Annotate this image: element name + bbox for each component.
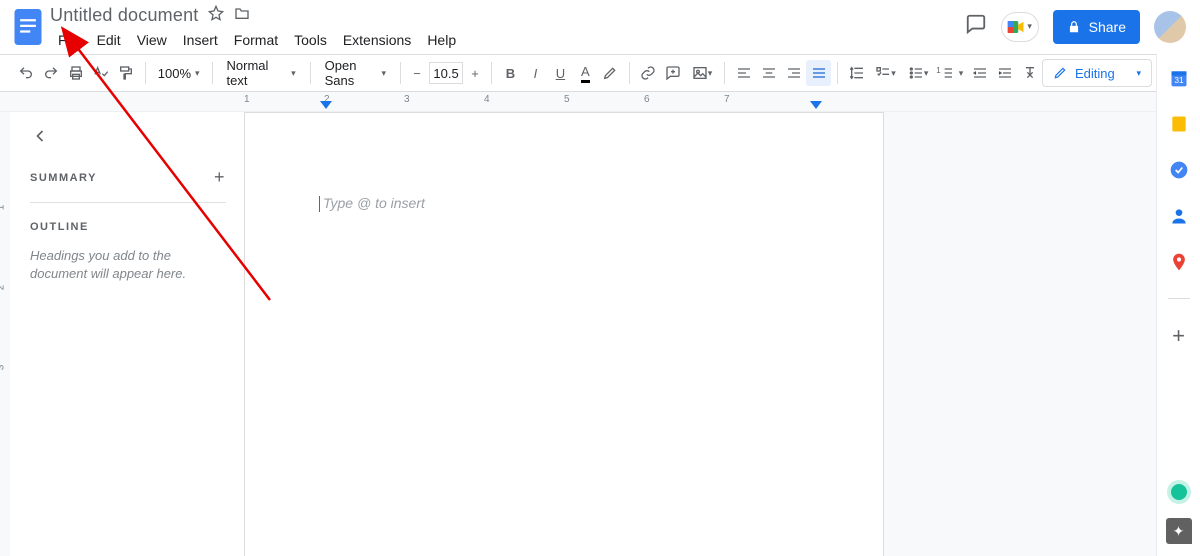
paragraph-style-value: Normal text <box>227 58 292 88</box>
app-header: Untitled document File Edit View Insert … <box>0 0 1200 54</box>
insert-link-button[interactable] <box>636 60 661 86</box>
insert-image-button[interactable]: ▾ <box>686 60 719 86</box>
align-right-button[interactable] <box>781 60 806 86</box>
redo-button[interactable] <box>39 60 64 86</box>
comments-icon[interactable] <box>965 13 987 40</box>
vruler-mark: 1 <box>0 205 6 211</box>
account-avatar[interactable] <box>1154 11 1186 43</box>
tasks-icon[interactable] <box>1169 160 1189 180</box>
vruler-mark: 2 <box>0 285 6 291</box>
toolbar: 100% ▾ Normal text ▾ Open Sans ▾ − + B I… <box>0 54 1200 92</box>
text-cursor <box>319 196 320 212</box>
editing-mode-label: Editing <box>1075 66 1115 81</box>
text-color-button[interactable]: A <box>573 60 598 86</box>
font-size-input[interactable] <box>429 62 463 84</box>
font-size-decrease[interactable]: − <box>407 61 427 85</box>
outdent-button[interactable] <box>967 60 992 86</box>
menu-format[interactable]: Format <box>226 29 286 51</box>
add-summary-button[interactable]: + <box>214 167 226 188</box>
chevron-down-icon: ▾ <box>382 68 387 79</box>
paint-format-button[interactable] <box>114 60 139 86</box>
align-center-button[interactable] <box>756 60 781 86</box>
vruler-mark: 3 <box>0 365 6 371</box>
docs-logo[interactable] <box>6 0 50 53</box>
grammarly-icon[interactable] <box>1167 480 1191 504</box>
menu-edit[interactable]: Edit <box>89 29 129 51</box>
ruler-mark: 7 <box>724 94 730 105</box>
calendar-icon[interactable]: 31 <box>1169 68 1189 88</box>
ruler-mark: 1 <box>244 94 250 105</box>
spellcheck-button[interactable] <box>89 60 114 86</box>
ruler-mark: 3 <box>404 94 410 105</box>
paragraph-style-select[interactable]: Normal text ▾ <box>219 60 304 86</box>
menu-bar: File Edit View Insert Format Tools Exten… <box>50 29 464 51</box>
ruler-mark: 4 <box>484 94 490 105</box>
clear-formatting-button[interactable] <box>1017 60 1042 86</box>
underline-button[interactable]: U <box>548 60 573 86</box>
align-justify-button[interactable] <box>806 60 831 86</box>
editor-area: 1 2 3 SUMMARY + OUTLINE Headings you add… <box>0 112 1200 556</box>
zoom-value: 100% <box>158 66 191 81</box>
indent-marker-left[interactable] <box>320 101 332 109</box>
chevron-down-icon: ▾ <box>1027 21 1032 32</box>
align-left-button[interactable] <box>731 60 756 86</box>
line-spacing-button[interactable] <box>844 60 869 86</box>
outline-sidebar: SUMMARY + OUTLINE Headings you add to th… <box>10 112 244 556</box>
summary-heading: SUMMARY <box>30 172 97 184</box>
italic-button[interactable]: I <box>523 60 548 86</box>
side-panel-separator <box>1168 298 1190 299</box>
chevron-down-icon: ▾ <box>708 68 713 79</box>
ruler-mark: 6 <box>644 94 650 105</box>
bulleted-list-button[interactable]: ▾ <box>902 60 935 86</box>
highlight-color-button[interactable] <box>598 60 623 86</box>
undo-button[interactable] <box>14 60 39 86</box>
bold-button[interactable]: B <box>498 60 523 86</box>
meet-button[interactable]: ▾ <box>1001 12 1039 42</box>
document-title[interactable]: Untitled document <box>50 5 198 26</box>
page[interactable]: Type @ to insert <box>244 112 884 556</box>
menu-insert[interactable]: Insert <box>175 29 226 51</box>
move-to-folder-icon[interactable] <box>234 6 250 25</box>
insert-placeholder: Type @ to insert <box>323 195 425 211</box>
maps-icon[interactable] <box>1169 252 1189 272</box>
font-size-increase[interactable]: + <box>465 61 485 85</box>
vertical-ruler[interactable]: 1 2 3 <box>0 112 10 556</box>
font-family-select[interactable]: Open Sans ▾ <box>317 60 394 86</box>
chevron-down-icon: ▾ <box>195 68 200 79</box>
zoom-select[interactable]: 100% ▾ <box>152 66 206 81</box>
menu-extensions[interactable]: Extensions <box>335 29 419 51</box>
get-addons-button[interactable]: + <box>1172 325 1185 347</box>
editing-mode-select[interactable]: Editing ▾ <box>1042 59 1152 87</box>
indent-marker-right[interactable] <box>810 101 822 109</box>
numbered-list-button[interactable]: 1▾ <box>934 60 967 86</box>
menu-view[interactable]: View <box>129 29 175 51</box>
keep-icon[interactable] <box>1169 114 1189 134</box>
checklist-button[interactable]: ▾ <box>869 60 902 86</box>
share-button[interactable]: Share <box>1053 10 1140 44</box>
side-panel: 31 + ✦ <box>1156 54 1200 556</box>
horizontal-ruler[interactable]: 1 2 3 4 5 6 7 <box>0 92 1200 112</box>
chevron-down-icon: ▾ <box>291 68 296 79</box>
show-side-panel-button[interactable]: › <box>1183 528 1188 544</box>
insert-comment-button[interactable] <box>661 60 686 86</box>
contacts-icon[interactable] <box>1169 206 1189 226</box>
menu-help[interactable]: Help <box>419 29 464 51</box>
share-button-label: Share <box>1089 19 1126 35</box>
chevron-down-icon: ▾ <box>1136 68 1141 79</box>
close-outline-button[interactable] <box>30 126 50 149</box>
svg-text:31: 31 <box>1174 75 1184 85</box>
outline-empty-text: Headings you add to the document will ap… <box>30 247 226 283</box>
chevron-down-icon: ▾ <box>891 68 896 79</box>
ruler-mark: 5 <box>564 94 570 105</box>
indent-button[interactable] <box>992 60 1017 86</box>
outline-heading: OUTLINE <box>30 221 226 233</box>
star-icon[interactable] <box>208 5 224 26</box>
print-button[interactable] <box>64 60 89 86</box>
menu-file[interactable]: File <box>50 29 89 51</box>
chevron-down-icon: ▾ <box>959 68 964 79</box>
font-family-value: Open Sans <box>325 58 382 88</box>
chevron-down-icon: ▾ <box>924 68 929 79</box>
menu-tools[interactable]: Tools <box>286 29 335 51</box>
document-canvas[interactable]: Type @ to insert <box>244 112 1200 556</box>
